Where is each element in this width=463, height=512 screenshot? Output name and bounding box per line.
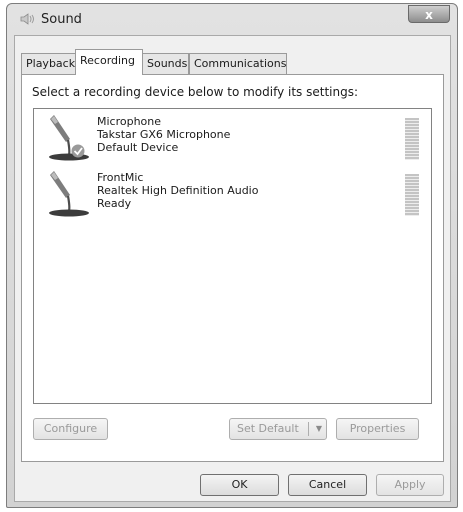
- set-default-label: Set Default: [237, 422, 299, 435]
- ok-button[interactable]: OK: [200, 474, 279, 496]
- window-title: Sound: [41, 12, 82, 27]
- recording-tab-panel: Select a recording device below to modif…: [21, 74, 444, 462]
- default-device-check-icon: [71, 144, 85, 158]
- level-meter: [405, 174, 419, 216]
- microphone-icon: [49, 171, 89, 217]
- tab-communications[interactable]: Communications: [189, 53, 287, 74]
- tab-playback[interactable]: Playback: [21, 53, 76, 74]
- device-item-frontmic[interactable]: FrontMic Realtek High Definition Audio R…: [34, 171, 431, 229]
- dialog-client-area: Playback Recording Sounds Communications…: [14, 35, 451, 502]
- device-status: Ready: [97, 197, 132, 210]
- recording-device-list[interactable]: Microphone Takstar GX6 Microphone Defaul…: [33, 108, 432, 404]
- chevron-down-icon[interactable]: ▼: [316, 423, 322, 435]
- device-status: Default Device: [97, 141, 179, 154]
- cancel-button[interactable]: Cancel: [288, 474, 367, 496]
- speaker-icon: [20, 13, 34, 25]
- level-meter: [405, 118, 419, 160]
- sound-dialog: Sound x Playback Recording Sounds Commun…: [6, 3, 458, 508]
- properties-button[interactable]: Properties: [336, 418, 419, 440]
- set-default-button[interactable]: Set Default ▼: [229, 418, 327, 440]
- tab-recording[interactable]: Recording: [75, 49, 143, 75]
- device-description: Realtek High Definition Audio: [97, 184, 259, 197]
- configure-button[interactable]: Configure: [33, 418, 108, 440]
- close-button[interactable]: x: [408, 5, 450, 23]
- title-bar[interactable]: Sound x: [7, 4, 457, 34]
- device-description: Takstar GX6 Microphone: [97, 128, 231, 141]
- microphone-icon: [49, 115, 89, 161]
- device-item-microphone[interactable]: Microphone Takstar GX6 Microphone Defaul…: [34, 115, 431, 173]
- close-icon: x: [425, 8, 433, 22]
- tab-sounds[interactable]: Sounds: [142, 53, 189, 74]
- device-name: Microphone: [97, 115, 162, 128]
- device-name: FrontMic: [97, 171, 144, 184]
- apply-button[interactable]: Apply: [376, 474, 444, 496]
- instructions-text: Select a recording device below to modif…: [32, 85, 359, 99]
